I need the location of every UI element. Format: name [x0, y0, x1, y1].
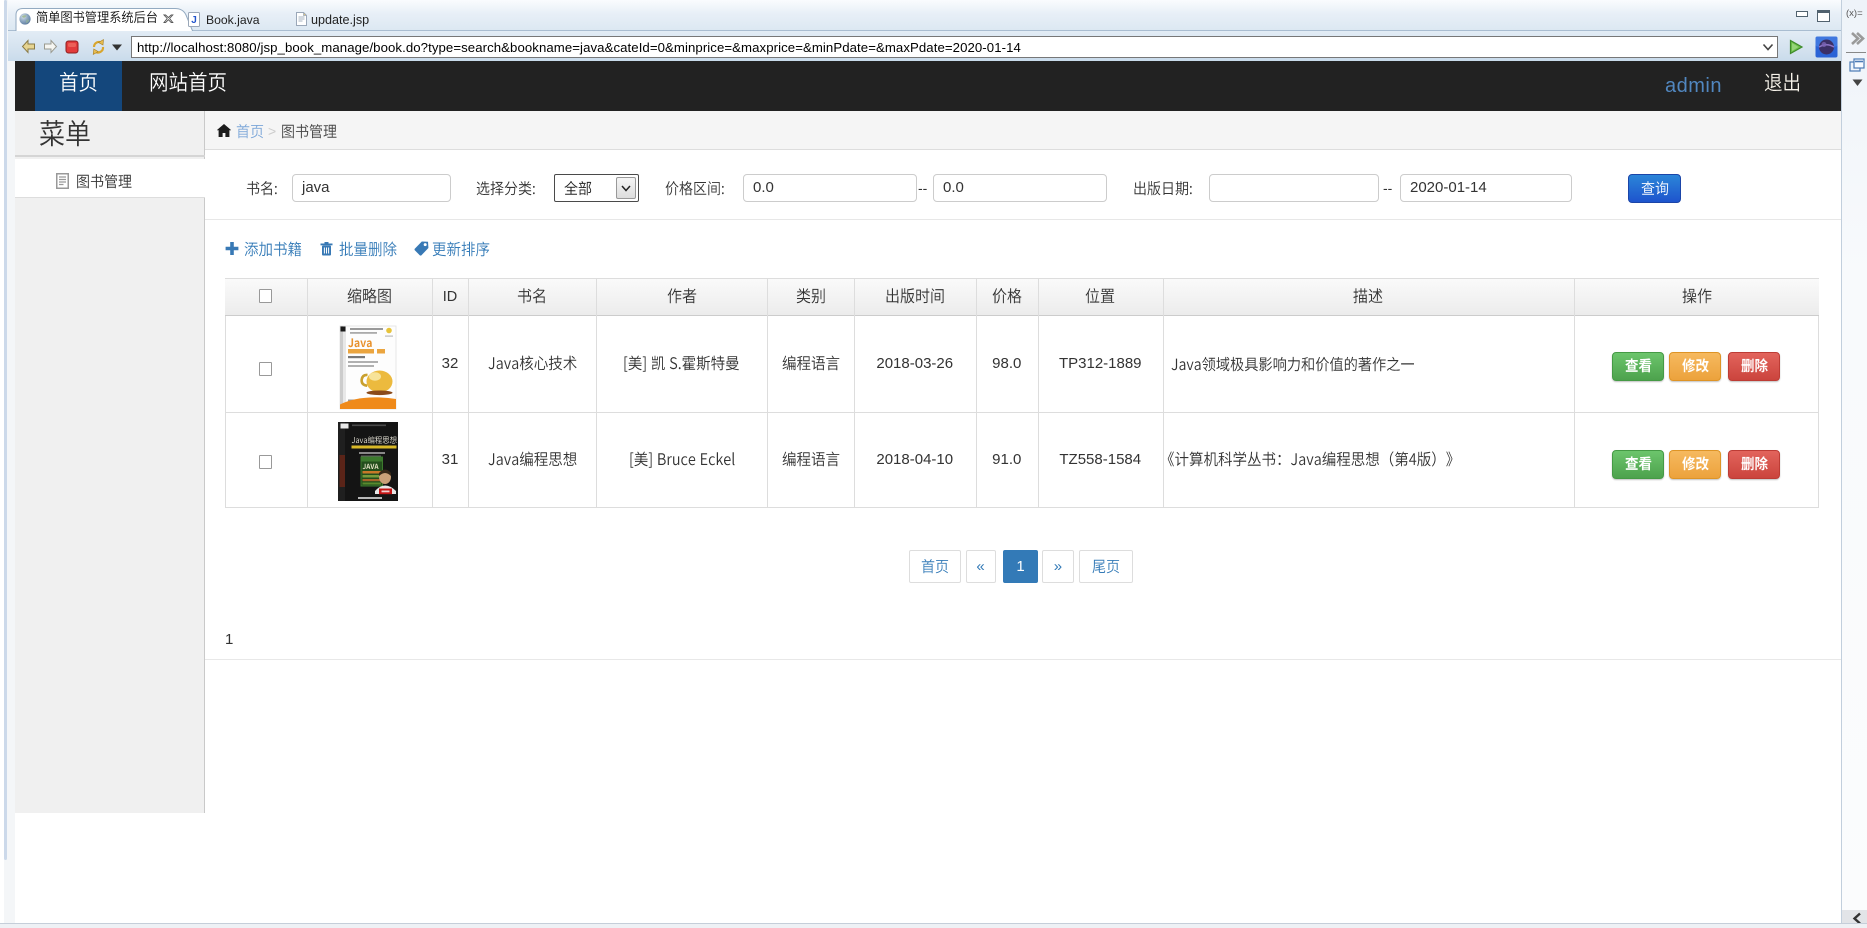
- svg-text:J: J: [191, 15, 197, 26]
